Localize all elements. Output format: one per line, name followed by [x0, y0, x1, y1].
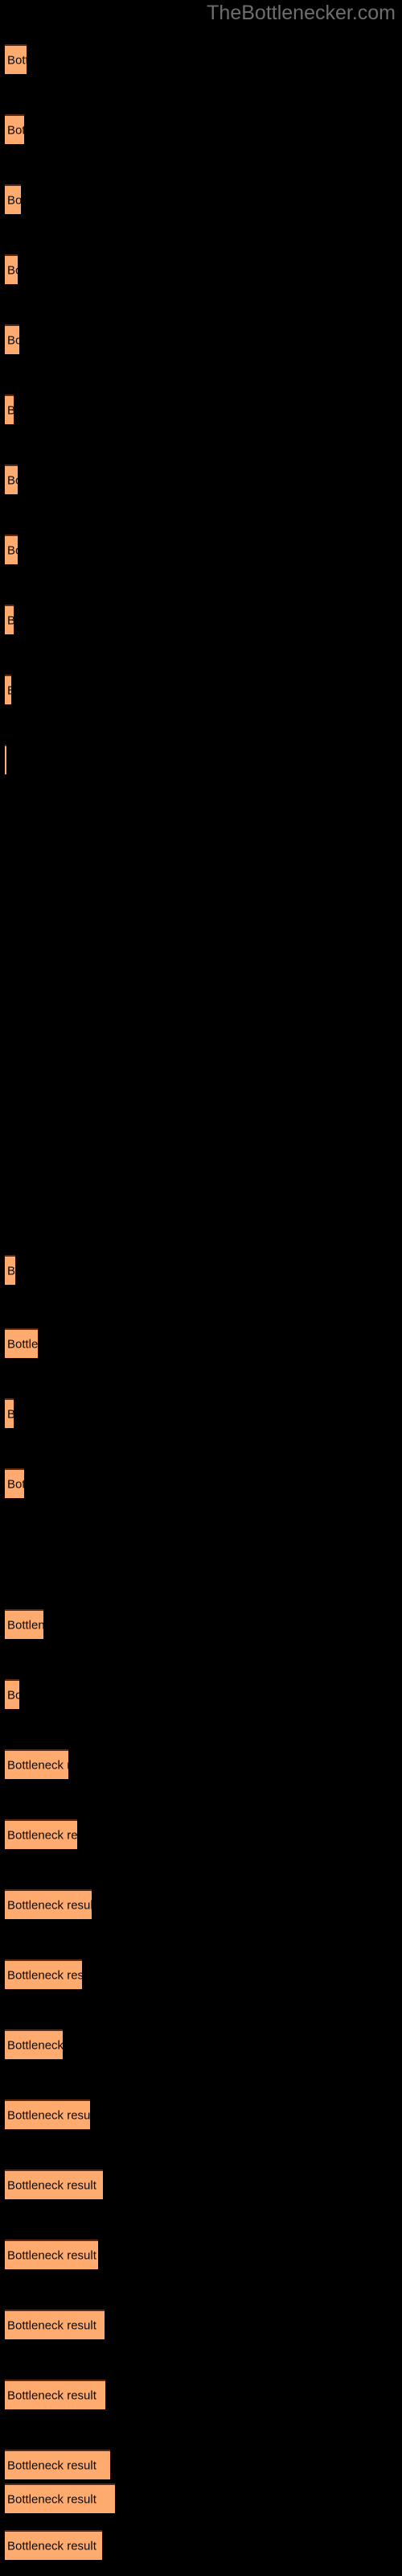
bar-label: Bottleneck result [7, 1337, 38, 1351]
bar-label: Bottleneck result [7, 613, 14, 627]
bar-row: Bottleneck result [0, 1819, 402, 1849]
chart-plot-area: Bottleneck result Bottleneck result Bottle… [0, 0, 402, 2576]
bar-row: Bottleneck result [0, 114, 402, 144]
chart-bar[interactable]: Bottleneck result [5, 2310, 105, 2339]
bar-label: Bottleneck result [7, 2248, 96, 2262]
chart-bar[interactable]: Bottleneck result [5, 254, 18, 284]
bar-row: Bottleneck result [0, 2380, 402, 2409]
bar-row: Bottleneck result [0, 2029, 402, 2059]
bar-row: Bottleneck result [0, 44, 402, 74]
bar-row: Bottleneck result [0, 1749, 402, 1779]
bar-label: Bottleneck result [7, 1618, 43, 1632]
chart-bar[interactable]: Bottleneck result [5, 324, 19, 354]
bar-row: Bottleneck result [0, 675, 402, 704]
bar-row: Bottleneck result [0, 2099, 402, 2129]
bar-row: Bottleneck result [0, 1679, 402, 1709]
chart-bar[interactable]: Bottleneck result [5, 2169, 103, 2199]
bar-row: Bottleneck result [0, 2483, 402, 2513]
chart-bar[interactable]: Bottleneck result [5, 535, 18, 564]
bar-label: Bottleneck result [7, 1758, 68, 1772]
bar-row: Bottleneck result [0, 1609, 402, 1639]
chart-bar[interactable]: Bottleneck result [5, 745, 6, 774]
bar-label: Bottleneck result [7, 403, 14, 417]
chart-bar[interactable]: Bottleneck result [5, 464, 18, 494]
bar-label: Bottleneck result [7, 1968, 82, 1982]
chart-bar[interactable]: Bottleneck result [5, 605, 14, 634]
bar-label: Bottleneck result [7, 2318, 96, 2332]
bar-label: Bottleneck result [7, 2178, 96, 2192]
bar-row: Bottleneck result [0, 1328, 402, 1358]
chart-bar[interactable]: Bottleneck result [5, 2099, 90, 2129]
bar-row: Bottleneck result [0, 2530, 402, 2560]
bar-row: Bottleneck result [0, 605, 402, 634]
bar-label: Bottleneck result [7, 333, 19, 347]
chart-bar[interactable]: Bottleneck result [5, 44, 27, 74]
bar-label: Bottleneck result [7, 1477, 24, 1491]
chart-bar[interactable]: Bottleneck result [5, 2029, 63, 2059]
bar-row [0, 1165, 402, 1195]
bar-label: Bottleneck result [7, 1407, 14, 1421]
bar-row [0, 885, 402, 914]
bar-label: Bottleneck result [7, 1828, 77, 1842]
chart-bar[interactable]: Bottleneck result [5, 1468, 24, 1498]
chart-bar[interactable]: Bottleneck result [5, 1255, 15, 1285]
bar-label: Bottleneck result [7, 2539, 96, 2553]
bar-row: Bottleneck result [0, 1398, 402, 1428]
bar-label: Bottleneck result [7, 1688, 19, 1702]
bar-row: Bottleneck result [0, 745, 402, 774]
chart-bar[interactable]: Bottleneck result [5, 1749, 68, 1779]
chart-bar[interactable]: Bottleneck result [5, 184, 21, 214]
chart-bar[interactable]: Bottleneck result [5, 2450, 110, 2479]
bar-label: Bottleneck result [7, 2108, 90, 2122]
bar-label: Bottleneck result [7, 1264, 15, 1278]
chart-bar[interactable]: Bottleneck result [5, 114, 24, 144]
bar-row: Bottleneck result [0, 254, 402, 284]
chart-bar[interactable]: Bottleneck result [5, 2380, 105, 2409]
chart-bar[interactable]: Bottleneck result [5, 1679, 19, 1709]
bar-row: Bottleneck result [0, 324, 402, 354]
chart-bar[interactable]: Bottleneck result [5, 2530, 102, 2560]
bar-label: Bottleneck result [7, 683, 11, 697]
chart-bar[interactable]: Bottleneck result [5, 1609, 43, 1639]
bar-row: Bottleneck result [0, 394, 402, 424]
bar-row: Bottleneck result [0, 1255, 402, 1285]
bar-row: Bottleneck result [0, 2169, 402, 2199]
bar-row: Bottleneck result [0, 1468, 402, 1498]
bar-row: Bottleneck result [0, 464, 402, 494]
bar-row: Bottleneck result [0, 535, 402, 564]
bar-label: Bottleneck result [7, 263, 18, 277]
bar-row [0, 815, 402, 844]
chart-bar[interactable]: Bottleneck result [5, 1959, 82, 1989]
chart-bar[interactable]: Bottleneck result [5, 1889, 92, 1919]
bar-row: Bottleneck result [0, 2450, 402, 2479]
bar-label: Bottleneck result [7, 1898, 92, 1912]
bar-row: Bottleneck result [0, 1889, 402, 1919]
bar-label: Bottleneck result [7, 53, 27, 67]
bar-label: Bottleneck result [7, 473, 18, 487]
bottleneck-bar-chart: TheBottlenecker.com Bottleneck resultBot… [0, 0, 402, 2576]
chart-bar[interactable]: Bottleneck result [5, 2483, 115, 2513]
bar-label: Bottleneck result [7, 193, 21, 207]
bar-label: Bottleneck result [7, 2388, 96, 2402]
bar-row: Bottleneck result [0, 1959, 402, 1989]
chart-bar[interactable]: Bottleneck result [5, 675, 11, 704]
bar-row: Bottleneck result [0, 184, 402, 214]
bar-row: Bottleneck result [0, 2310, 402, 2339]
bar-label: Bottleneck result [7, 123, 24, 137]
chart-bar[interactable]: Bottleneck result [5, 1328, 38, 1358]
chart-bar[interactable]: Bottleneck result [5, 1398, 14, 1428]
bar-label: Bottleneck result [7, 2038, 63, 2052]
bar-row: Bottleneck result [0, 2240, 402, 2269]
chart-bar[interactable]: Bottleneck result [5, 1819, 77, 1849]
bar-row [0, 1025, 402, 1055]
chart-bar[interactable]: Bottleneck result [5, 394, 14, 424]
bar-row [0, 1095, 402, 1125]
bar-label: Bottleneck result [7, 543, 18, 557]
bar-label: Bottleneck result [7, 2492, 96, 2506]
chart-bar[interactable]: Bottleneck result [5, 2240, 98, 2269]
bar-label: Bottleneck result [7, 2458, 96, 2472]
bar-row [0, 955, 402, 985]
